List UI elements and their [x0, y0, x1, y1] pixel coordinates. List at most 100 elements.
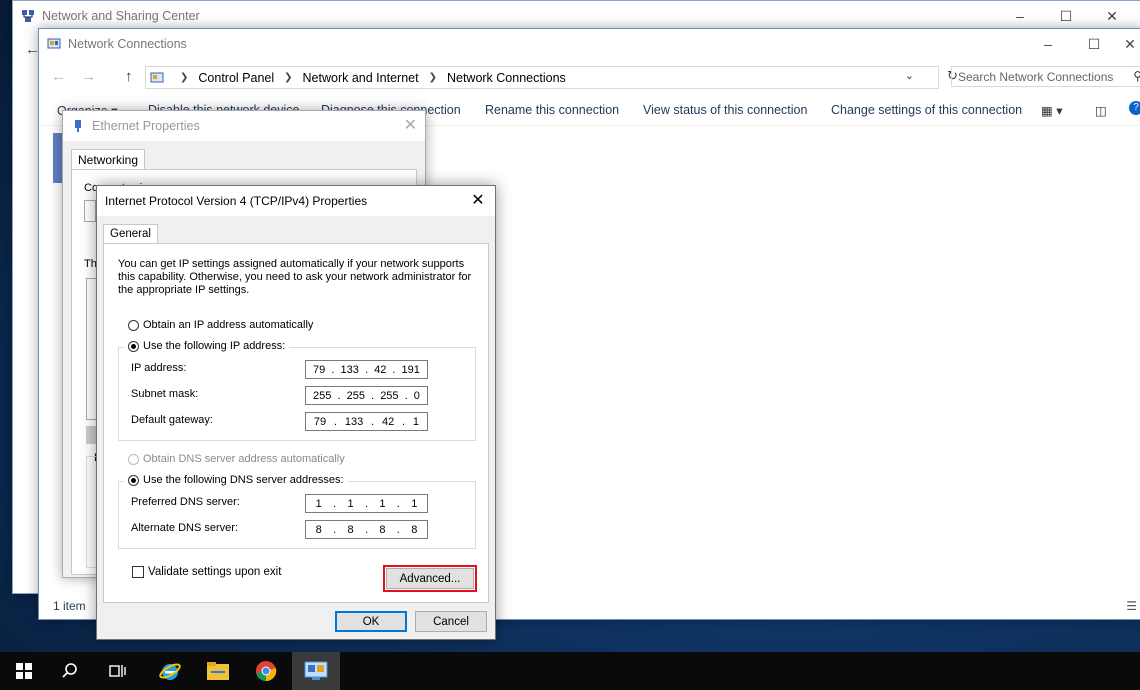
window-title: Ethernet Properties	[92, 119, 200, 133]
octet: 255	[380, 389, 399, 402]
dns-manual-radio[interactable]: Use the following DNS server addresses:	[124, 474, 348, 486]
back-arrow-icon[interactable]: ←	[51, 68, 66, 85]
title-bar[interactable]: Internet Protocol Version 4 (TCP/IPv4) P…	[97, 186, 495, 216]
close-icon[interactable]: ✕	[404, 115, 417, 135]
internet-explorer-icon	[159, 663, 181, 680]
breadcrumb-separator: ❯	[428, 72, 437, 83]
maximize-button[interactable]: ☐	[1043, 1, 1089, 31]
breadcrumb-separator: ❯	[284, 72, 293, 83]
forward-arrow-icon[interactable]: →	[81, 68, 96, 85]
control-panel-icon	[150, 72, 164, 82]
preview-pane-icon[interactable]: ◫	[1095, 103, 1107, 118]
radio-icon	[128, 319, 139, 331]
ip-auto-radio[interactable]: Obtain an IP address automatically	[128, 319, 313, 331]
search-placeholder: Search Network Connections	[958, 69, 1114, 84]
network-connections-icon	[304, 661, 328, 680]
maximize-button[interactable]: ☐	[1071, 29, 1117, 59]
network-connections-icon	[47, 38, 61, 49]
dns-server-group: Preferred DNS server: 1. 1. 1. 1 Alterna…	[118, 481, 476, 549]
octet: 79	[313, 363, 326, 376]
octet: 8	[379, 523, 386, 536]
validate-checkbox[interactable]: Validate settings upon exit	[132, 566, 281, 578]
components-label: Th	[84, 258, 97, 270]
network-connections-taskbar-button[interactable]	[292, 652, 340, 690]
breadcrumb-control-panel[interactable]: Control Panel	[198, 71, 274, 85]
ip-manual-label: Use the following IP address:	[143, 340, 286, 352]
chrome-button[interactable]	[242, 652, 290, 690]
tab-general[interactable]: General	[103, 224, 158, 243]
file-explorer-icon	[207, 662, 229, 680]
octet: 79	[313, 415, 327, 428]
windows-logo-icon	[16, 663, 32, 679]
search-icon[interactable]: ⚲	[1133, 69, 1140, 83]
dns-auto-radio[interactable]: Obtain DNS server address automatically	[128, 453, 345, 465]
breadcrumb-network-connections[interactable]: Network Connections	[447, 71, 566, 85]
internet-explorer-button[interactable]	[146, 652, 194, 690]
task-view-icon	[109, 665, 126, 677]
tab-networking[interactable]: Networking	[71, 149, 146, 170]
octet: 8	[411, 523, 418, 536]
default-gateway-label: Default gateway:	[131, 414, 213, 426]
dns-auto-label: Obtain DNS server address automatically	[143, 453, 345, 465]
octet: 42	[374, 363, 387, 376]
validate-label: Validate settings upon exit	[148, 566, 282, 578]
ipv4-properties-dialog[interactable]: Internet Protocol Version 4 (TCP/IPv4) P…	[96, 185, 496, 640]
octet: 8	[347, 523, 354, 536]
alternate-dns-label: Alternate DNS server:	[131, 522, 238, 534]
default-gateway-field[interactable]: 79. 133. 42. 1	[305, 412, 428, 431]
network-control-panel-icon	[22, 10, 34, 22]
radio-icon	[128, 453, 139, 465]
up-arrow-icon[interactable]: ↑	[125, 68, 133, 85]
change-settings-button[interactable]: Change settings of this connection	[831, 103, 1022, 117]
dialog-title: Internet Protocol Version 4 (TCP/IPv4) P…	[105, 194, 368, 208]
breadcrumb-network-and-internet[interactable]: Network and Internet	[303, 71, 419, 85]
details-view-icon[interactable]: ☰	[1126, 599, 1137, 613]
ok-button[interactable]: OK	[335, 611, 407, 632]
taskbar	[0, 652, 1140, 690]
minimize-button[interactable]: –	[997, 1, 1043, 31]
advanced-button[interactable]: Advanced...	[383, 565, 477, 592]
ip-address-row: IP address:	[131, 362, 186, 374]
general-panel: You can get IP settings assigned automat…	[103, 243, 489, 603]
title-bar[interactable]: Ethernet Properties ✕	[63, 111, 425, 141]
title-bar[interactable]: Network Connections	[39, 29, 1140, 59]
octet: 255	[346, 389, 365, 402]
close-button[interactable]: ✕	[1089, 1, 1135, 31]
task-view-button[interactable]	[94, 652, 142, 690]
search-input[interactable]: Search Network Connections ⚲	[951, 66, 1140, 87]
octet: 133	[340, 363, 359, 376]
start-button[interactable]	[0, 652, 48, 690]
preferred-dns-field[interactable]: 1. 1. 1. 1	[305, 494, 428, 513]
alternate-dns-field[interactable]: 8. 8. 8. 8	[305, 520, 428, 539]
chrome-icon	[256, 661, 277, 682]
alternate-dns-row: Alternate DNS server:	[131, 522, 238, 534]
ethernet-icon	[75, 120, 81, 132]
view-options-icon[interactable]: ▦ ▾	[1041, 103, 1063, 118]
ip-address-group: IP address: 79. 133. 42. 191 Subnet mask…	[118, 347, 476, 441]
cancel-button[interactable]: Cancel	[415, 611, 487, 632]
octet: 1	[315, 497, 322, 510]
ip-auto-label: Obtain an IP address automatically	[143, 319, 314, 331]
address-box[interactable]: ❯ Control Panel ❯ Network and Internet ❯…	[145, 66, 958, 89]
search-button[interactable]	[46, 652, 94, 690]
install-button[interactable]	[86, 426, 96, 444]
rename-button[interactable]: Rename this connection	[485, 103, 619, 117]
ip-address-label: IP address:	[131, 362, 187, 374]
close-button[interactable]: ✕	[1117, 29, 1140, 59]
close-icon[interactable]: ✕	[467, 190, 489, 210]
octet: 1	[412, 415, 420, 428]
ip-address-field[interactable]: 79. 133. 42. 191	[305, 360, 428, 379]
subnet-mask-field[interactable]: 255. 255. 255. 0	[305, 386, 428, 405]
help-icon[interactable]: ?	[1129, 101, 1140, 115]
octet: 133	[344, 415, 364, 428]
intro-text: You can get IP settings assigned automat…	[118, 258, 472, 296]
checkbox-icon	[132, 566, 144, 578]
minimize-button[interactable]: –	[1025, 29, 1071, 59]
chevron-down-icon[interactable]: ⌄	[905, 69, 914, 82]
title-bar[interactable]: Network and Sharing Center	[13, 1, 1140, 31]
ip-manual-radio[interactable]: Use the following IP address:	[124, 340, 290, 352]
view-status-button[interactable]: View status of this connection	[643, 103, 807, 117]
breadcrumb-separator: ❯	[180, 72, 189, 83]
file-explorer-button[interactable]	[194, 652, 242, 690]
window-title: Network and Sharing Center	[42, 9, 200, 23]
